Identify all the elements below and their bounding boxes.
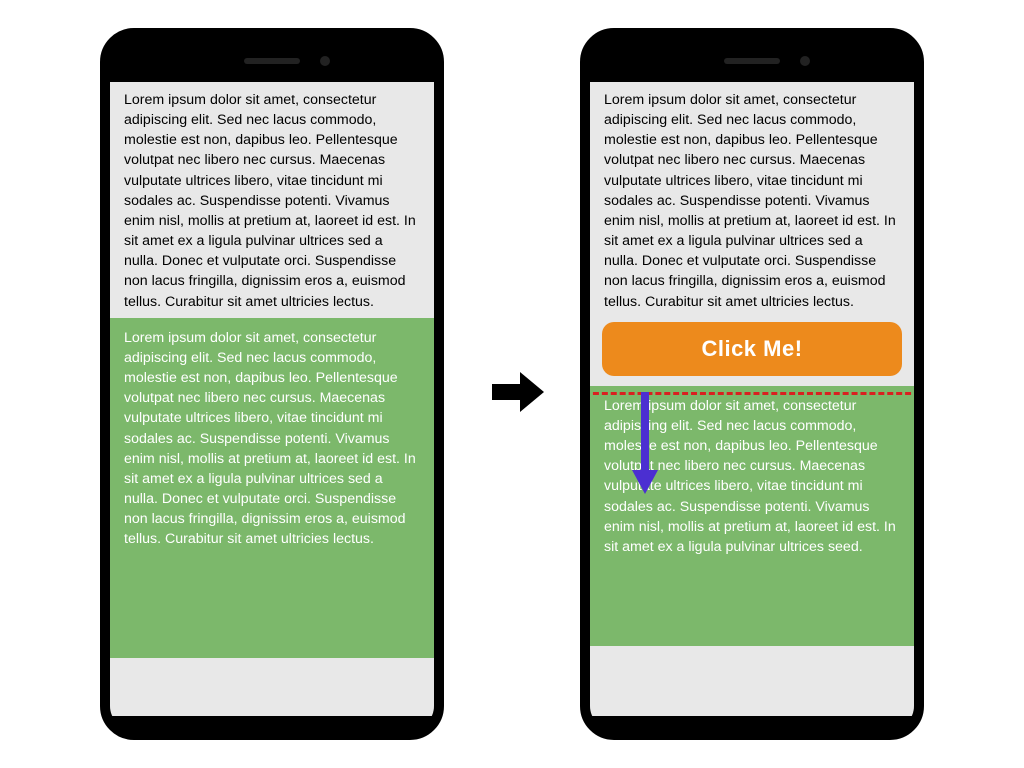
phone-top-bezel (590, 38, 914, 82)
phone-mock-before: Lorem ipsum dolor sit amet, consectetur … (100, 28, 444, 740)
paragraph-top: Lorem ipsum dolor sit amet, consectetur … (590, 82, 914, 318)
paragraph-bottom: Lorem ipsum dolor sit amet, consectetur … (110, 318, 434, 658)
paragraph-top: Lorem ipsum dolor sit amet, consectetur … (110, 82, 434, 318)
screen-before: Lorem ipsum dolor sit amet, consectetur … (110, 82, 434, 716)
injected-button-row: Click Me! (590, 318, 914, 386)
screen-after: Lorem ipsum dolor sit amet, consectetur … (590, 82, 914, 716)
click-me-button[interactable]: Click Me! (602, 322, 902, 376)
transition-arrow-icon (490, 370, 546, 414)
phone-mock-after: Lorem ipsum dolor sit amet, consectetur … (580, 28, 924, 740)
paragraph-bottom-shifted: Lorem ipsum dolor sit amet, consectetur … (590, 386, 914, 646)
phone-top-bezel (110, 38, 434, 82)
